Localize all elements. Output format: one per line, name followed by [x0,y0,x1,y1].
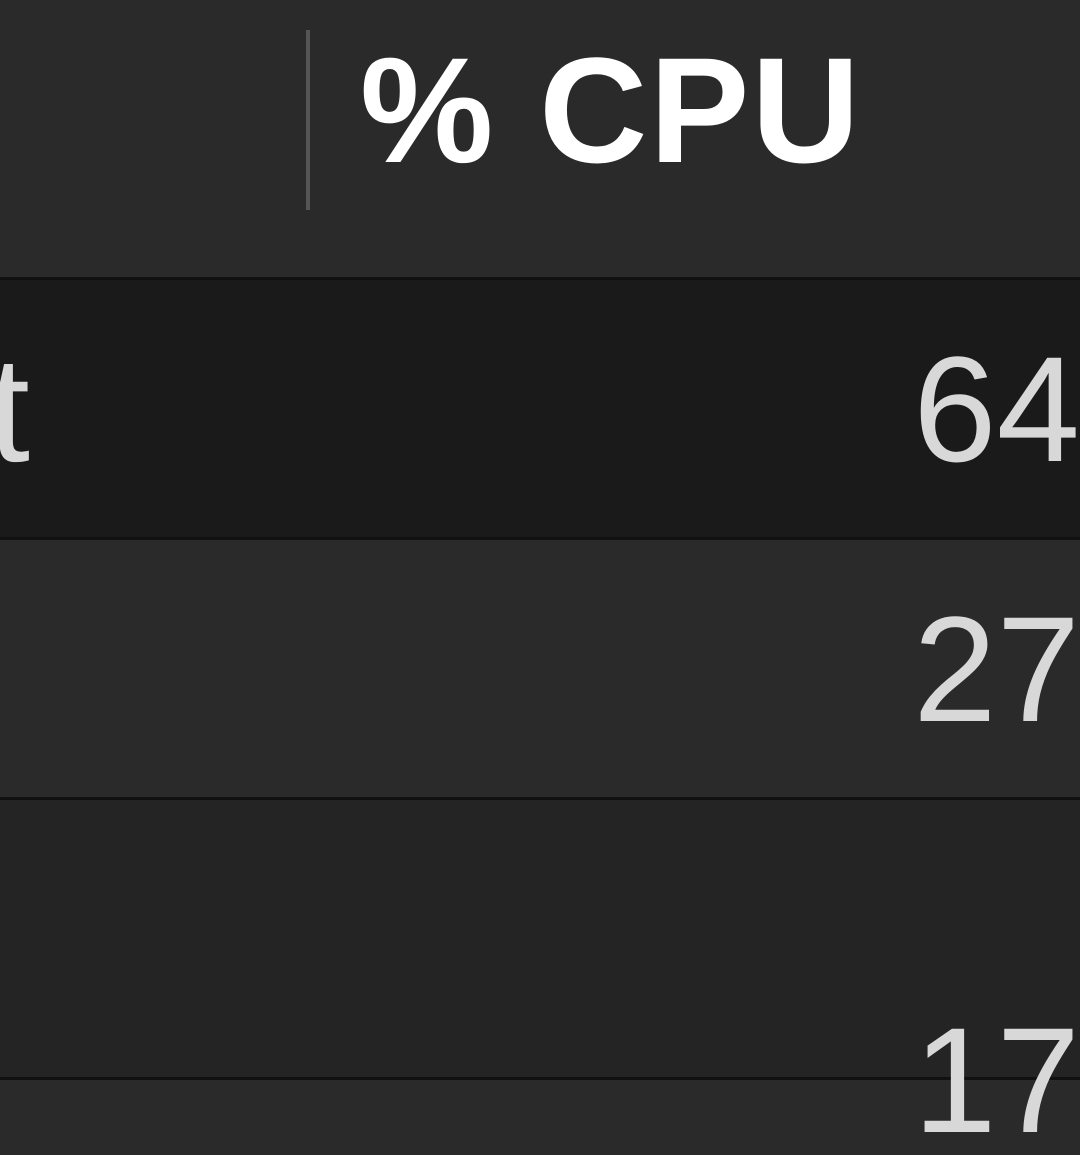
table-row[interactable]: rkit 64 [0,280,1080,540]
process-table: % CPU rkit 64 27 17 [0,0,1080,1080]
table-header-row: % CPU [0,0,1080,280]
column-header-cpu[interactable]: % CPU [310,30,1080,190]
table-row[interactable]: 27 [0,540,1080,800]
cpu-value-cell: 64 [310,334,1080,484]
column-header-process-name[interactable] [0,30,310,210]
process-name-cell: rkit [0,334,310,484]
cpu-value-cell: 27 [310,594,1080,744]
table-row[interactable]: 17 [0,800,1080,1080]
cpu-value-cell: 17 [310,1005,1080,1155]
